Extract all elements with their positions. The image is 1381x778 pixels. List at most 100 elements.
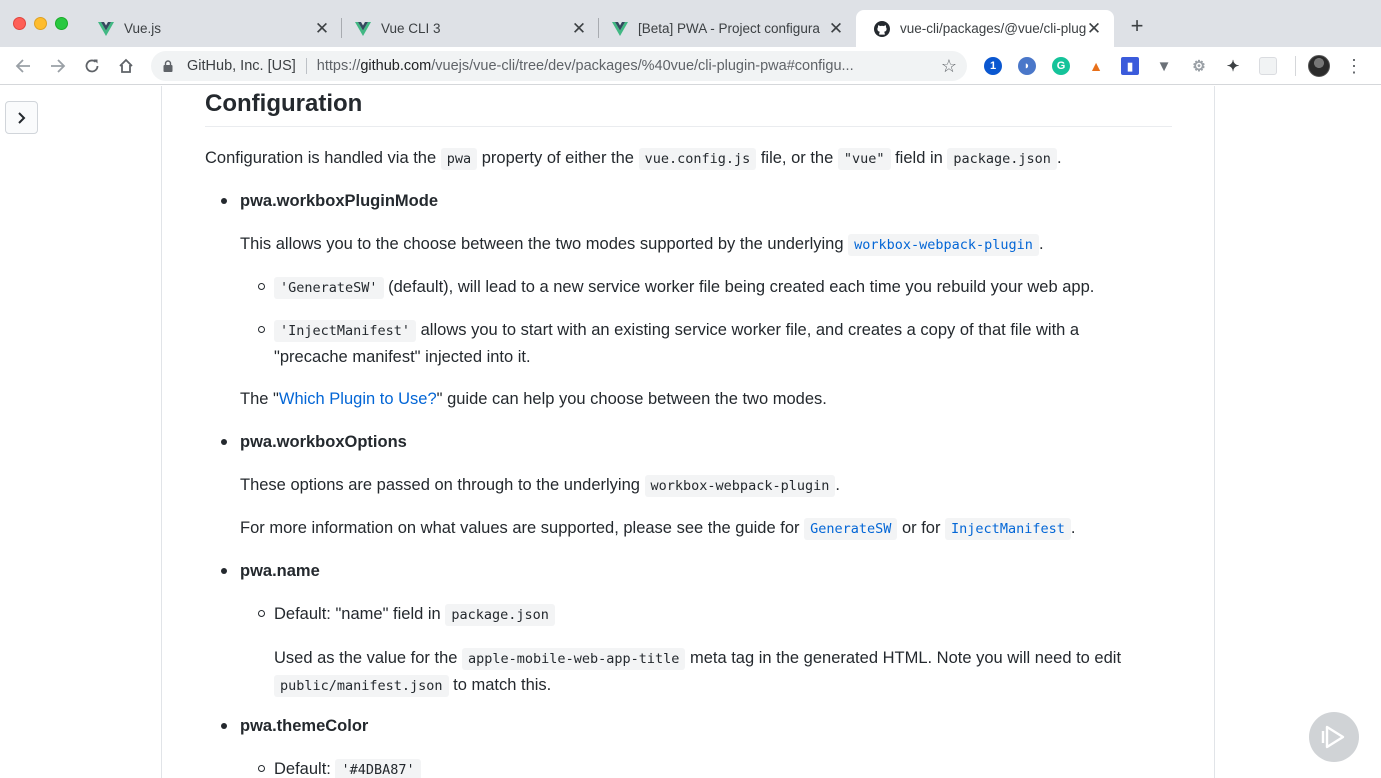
option-name: pwa.workboxOptions	[240, 429, 407, 455]
intro-text: .	[1056, 149, 1062, 167]
usage-text: meta tag in the generated HTML. Note you…	[685, 649, 1122, 667]
name-default: Default: "name" field in package.json	[274, 601, 555, 628]
content-right-border	[1214, 86, 1215, 778]
browser-menu-icon[interactable]: ⋮	[1345, 52, 1363, 80]
description-text: For more information on what values are …	[240, 519, 805, 537]
browser-toolbar: GitHub, Inc. [US] https:// github.com /v…	[0, 47, 1381, 85]
tab-vue-cli-3[interactable]: Vue CLI 3 ✕	[337, 10, 599, 47]
inline-code: '#4DBA87'	[335, 759, 421, 778]
url-host: github.com	[360, 58, 432, 74]
vue-devtools-icon[interactable]: ▼	[1155, 57, 1173, 75]
back-arrow-icon	[15, 59, 30, 73]
option-name: pwa.name	[240, 558, 320, 584]
option-description: These options are passed on through to t…	[240, 472, 840, 499]
description-text: These options are passed on through to t…	[240, 476, 645, 494]
tab-vuejs[interactable]: Vue.js ✕	[80, 10, 342, 47]
option-title: pwa.workboxOptions	[240, 433, 407, 451]
window-minimize-button[interactable]	[34, 17, 47, 30]
sublist-bullet	[258, 283, 265, 290]
option-title: pwa.workboxPluginMode	[240, 192, 439, 210]
tab-pwa-project-config[interactable]: [Beta] PWA - Project configura ✕	[594, 10, 856, 47]
tab-title: [Beta] PWA - Project configura	[638, 21, 820, 36]
which-plugin-guide-link[interactable]: Which Plugin to Use?	[279, 390, 437, 408]
close-tab-icon[interactable]: ✕	[571, 20, 587, 37]
address-bar[interactable]: GitHub, Inc. [US] https:// github.com /v…	[151, 51, 967, 81]
name-usage: Used as the value for the apple-mobile-w…	[274, 645, 1154, 699]
window-zoom-button[interactable]	[55, 17, 68, 30]
toolbar-divider	[1295, 56, 1296, 76]
vue-logo-icon	[98, 21, 114, 37]
grammarly-icon[interactable]: G	[1052, 57, 1070, 75]
intro-text: field in	[890, 149, 948, 167]
github-logo-icon	[874, 20, 890, 37]
inline-code: "vue"	[837, 148, 891, 170]
guide-text: " guide can help you choose between the …	[436, 390, 827, 408]
inline-code: package.json	[445, 604, 555, 626]
inline-code: public/manifest.json	[274, 675, 449, 697]
themecolor-default: Default: '#4DBA87'	[274, 756, 421, 778]
inline-code: pwa	[440, 148, 478, 170]
description-text: This allows you to the choose between th…	[240, 235, 849, 253]
option-title: pwa.themeColor	[240, 717, 369, 735]
list-bullet	[221, 568, 227, 574]
home-icon	[119, 58, 133, 73]
readme-content: Configuration Configuration is handled v…	[205, 86, 1172, 778]
tab-title: Vue.js	[124, 21, 162, 36]
list-bullet	[221, 439, 227, 445]
home-button[interactable]	[114, 54, 138, 78]
inline-code: vue.config.js	[638, 148, 757, 170]
forward-button[interactable]	[46, 54, 70, 78]
pocket-icon[interactable]: ◗	[1018, 57, 1036, 75]
inline-code: package.json	[947, 148, 1057, 170]
mode-option-injectmanifest: 'InjectManifest' allows you to start wit…	[274, 317, 1154, 370]
default-text: Default: "name" field in	[274, 605, 446, 623]
workbox-webpack-plugin-link[interactable]: workbox-webpack-plugin	[848, 234, 1039, 256]
content-left-border	[161, 86, 162, 778]
tab-title: vue-cli/packages/@vue/cli-plug	[900, 21, 1086, 36]
puzzle-extension-icon[interactable]: ✦	[1224, 57, 1242, 75]
intro-text: property of either the	[477, 149, 639, 167]
guide-text: The "	[240, 390, 279, 408]
inline-code: workbox-webpack-plugin	[644, 475, 836, 497]
option-text: (default), will lead to a new service wo…	[383, 278, 1095, 296]
sublist-bullet	[258, 765, 265, 772]
sidebar-toggle-button[interactable]	[5, 101, 38, 134]
url-path: /vuejs/vue-cli/tree/dev/packages/%40vue/…	[431, 58, 854, 74]
bookmark-extension-icon[interactable]: ▮	[1121, 57, 1139, 75]
close-tab-icon[interactable]: ✕	[314, 20, 330, 37]
1password-icon[interactable]: 1	[984, 57, 1002, 75]
section-heading: Configuration	[205, 86, 1172, 127]
sublist-bullet	[258, 326, 265, 333]
close-tab-icon[interactable]: ✕	[1086, 20, 1102, 37]
bookmark-star-icon[interactable]: ☆	[934, 56, 957, 77]
lock-icon	[163, 60, 173, 72]
omnibox-divider	[305, 58, 307, 74]
vue-logo-icon	[612, 21, 628, 37]
play-overlay-button[interactable]	[1309, 712, 1359, 762]
description-text: .	[1038, 235, 1044, 253]
mode-option-generatesw: 'GenerateSW' (default), will lead to a n…	[274, 274, 1094, 301]
tab-title: Vue CLI 3	[381, 21, 441, 36]
blank-extension-icon[interactable]	[1259, 57, 1277, 75]
close-tab-icon[interactable]: ✕	[828, 20, 844, 37]
inline-code: apple-mobile-web-app-title	[462, 648, 686, 670]
back-button[interactable]	[11, 54, 35, 78]
inline-code: 'GenerateSW'	[274, 277, 384, 299]
reload-button[interactable]	[80, 54, 104, 78]
option-title: pwa.name	[240, 562, 320, 580]
intro-text: Configuration is handled via the	[205, 149, 441, 167]
gear-extension-icon[interactable]: ⚙	[1190, 57, 1208, 75]
description-text: .	[1070, 519, 1076, 537]
vue-logo-icon	[355, 21, 371, 37]
tab-vue-cli-github[interactable]: vue-cli/packages/@vue/cli-plug ✕	[856, 10, 1114, 47]
new-tab-button[interactable]: +	[1126, 15, 1148, 37]
inline-code: 'InjectManifest'	[274, 320, 417, 342]
description-text: .	[835, 476, 840, 494]
generatesw-guide-link[interactable]: GenerateSW	[804, 518, 898, 540]
warning-extension-icon[interactable]: ▲	[1087, 57, 1105, 75]
injectmanifest-guide-link[interactable]: InjectManifest	[945, 518, 1071, 540]
profile-avatar[interactable]	[1308, 55, 1330, 77]
usage-text: to match this.	[448, 676, 552, 694]
list-bullet	[221, 723, 227, 729]
window-close-button[interactable]	[13, 17, 26, 30]
